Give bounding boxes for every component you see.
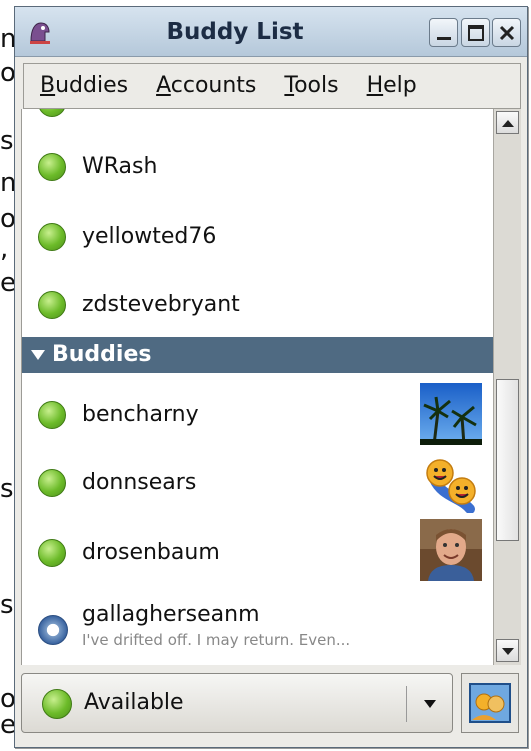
status-label: Available [84,690,184,715]
palm-trees-avatar [420,383,482,445]
bg-text-fragment: s [0,126,14,156]
buddy-name: donnsears [82,470,197,495]
bg-text-fragment: , [0,234,9,264]
buddy-name: bencharny [82,402,199,427]
bg-text-fragment: s [0,590,14,620]
buddy-name: zdstevebryant [82,292,240,317]
group-label: Buddies [52,342,152,367]
divider [406,686,407,722]
menu-tools[interactable]: Tools [284,63,338,109]
smiley-faces-avatar [426,459,476,513]
available-status-icon [42,689,72,719]
buddy-list[interactable]: WRash yellowted76 zdstevebryant Buddies … [21,109,493,665]
photo-avatar [420,519,482,581]
buddy-row[interactable]: donnsears [22,449,493,515]
title-bar[interactable]: Buddy List [15,7,527,57]
status-selector[interactable]: Available [21,673,453,733]
group-header-buddies[interactable]: Buddies [22,337,493,373]
buddy-row[interactable]: yellowted76 [22,217,493,257]
buddy-row-away[interactable]: gallagherseanm I've drifted off. I may r… [22,595,493,661]
buddy-row[interactable]: drosenbaum [22,517,493,583]
available-status-icon [38,401,66,429]
scroll-down-button[interactable] [496,639,519,662]
menu-buddies[interactable]: Buddies [40,63,128,109]
buddy-row-partial[interactable] [22,109,493,117]
buddy-name: drosenbaum [82,540,220,565]
close-button[interactable] [492,18,521,47]
available-status-icon [38,469,66,497]
bg-text-fragment: s [0,474,14,504]
available-status-icon [38,223,66,251]
buddy-row[interactable]: bencharny [22,381,493,447]
buddy-row[interactable]: WRash [22,147,493,187]
buddy-row[interactable]: zdstevebryant [22,285,493,325]
scroll-up-button[interactable] [496,111,519,134]
buddy-icon-image [469,683,511,723]
dropdown-arrow-icon[interactable] [422,698,438,710]
buddy-name: WRash [82,154,158,179]
scroll-thumb[interactable] [496,379,519,541]
away-clock-icon [38,615,68,645]
expander-arrow-icon[interactable] [30,349,46,361]
buddy-status-message: I've drifted off. I may return. Even... [82,631,351,649]
buddy-name: yellowted76 [82,224,217,249]
available-status-icon [38,291,66,319]
buddy-icon-button[interactable] [461,673,519,733]
available-status-icon [38,539,66,567]
available-status-icon [38,109,66,117]
menu-accounts[interactable]: Accounts [156,63,256,109]
menu-help[interactable]: Help [367,63,417,109]
window-title: Buddy List [166,19,304,45]
menu-bar: Buddies Accounts Tools Help [23,63,521,109]
available-status-icon [38,153,66,181]
maximize-button[interactable] [461,18,490,47]
buddy-name: gallagherseanm [82,602,260,627]
minimize-button[interactable] [429,18,458,47]
buddy-list-window: Buddy List Buddies Accounts Tools Help W… [14,6,528,748]
vertical-scrollbar[interactable] [493,109,521,665]
